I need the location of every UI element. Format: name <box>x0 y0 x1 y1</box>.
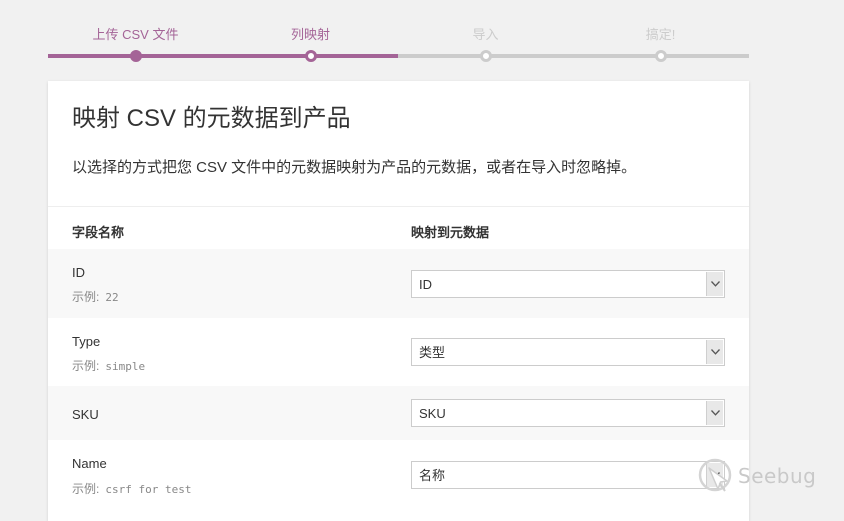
field-name: Type <box>72 334 101 349</box>
table-row: ID 示例: 22 ID <box>48 249 749 318</box>
table-row: Name 示例: csrf for test 名称 <box>48 440 749 510</box>
map-to-select[interactable]: ID <box>411 270 725 298</box>
table-row: SKU SKU <box>48 386 749 440</box>
example-value: csrf for test <box>105 483 192 496</box>
step-label: 搞定! <box>645 27 676 42</box>
step-dot-icon <box>655 50 667 62</box>
page-title: 映射 CSV 的元数据到产品 <box>72 105 351 132</box>
watermark-text: Seebug <box>738 464 817 488</box>
step-import: 导入 <box>398 0 573 70</box>
seebug-logo-icon <box>698 458 732 492</box>
step-label: 导入 <box>472 27 499 42</box>
step-dot-icon <box>480 50 492 62</box>
field-example: 示例: csrf for test <box>72 480 191 497</box>
column-header-map-to: 映射到元数据 <box>411 225 490 240</box>
chevron-down-icon[interactable] <box>706 401 723 425</box>
example-label: 示例: <box>72 290 100 304</box>
step-dot-icon <box>130 50 142 62</box>
chevron-down-icon[interactable] <box>706 272 723 296</box>
example-value: 22 <box>105 291 119 304</box>
field-name: SKU <box>72 407 99 422</box>
step-upload-csv: 上传 CSV 文件 <box>48 0 223 70</box>
field-example: 示例: 22 <box>72 288 119 305</box>
map-to-select[interactable]: 名称 <box>411 461 725 489</box>
example-label: 示例: <box>72 482 100 496</box>
step-dot-icon <box>305 50 317 62</box>
map-to-select[interactable]: 类型 <box>411 338 725 366</box>
example-label: 示例: <box>72 359 100 373</box>
import-progress-stepper: 上传 CSV 文件 列映射 导入 搞定! <box>48 0 749 70</box>
column-header-field-name: 字段名称 <box>72 225 125 240</box>
step-label: 上传 CSV 文件 <box>92 27 179 42</box>
page-description: 以选择的方式把您 CSV 文件中的元数据映射为产品的元数据，或者在导入时忽略掉。 <box>72 159 637 176</box>
column-mapping-card: 映射 CSV 的元数据到产品 以选择的方式把您 CSV 文件中的元数据映射为产品… <box>48 81 749 521</box>
step-done: 搞定! <box>573 0 748 70</box>
field-name: Name <box>72 456 107 471</box>
example-value: simple <box>105 360 146 373</box>
step-column-mapping: 列映射 <box>223 0 398 70</box>
table-row: Type 示例: simple 类型 <box>48 318 749 386</box>
select-value: SKU <box>419 406 446 421</box>
mapping-table-header: 字段名称 映射到元数据 <box>48 207 749 249</box>
field-name: ID <box>72 265 85 280</box>
step-label: 列映射 <box>290 27 330 42</box>
select-value: ID <box>419 277 432 292</box>
seebug-watermark: Seebug <box>698 458 828 498</box>
select-value: 类型 <box>419 345 446 360</box>
map-to-select[interactable]: SKU <box>411 399 725 427</box>
chevron-down-icon[interactable] <box>706 340 723 364</box>
field-example: 示例: simple <box>72 357 145 374</box>
select-value: 名称 <box>419 468 446 483</box>
